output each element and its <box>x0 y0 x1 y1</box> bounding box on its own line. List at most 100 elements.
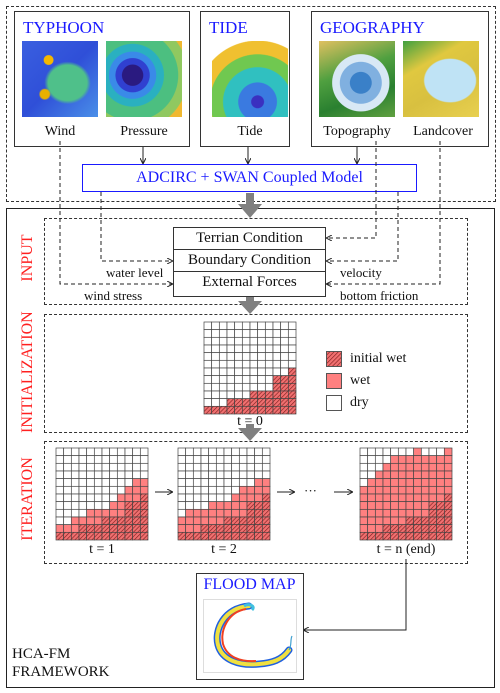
grid-cell-dry <box>436 447 445 457</box>
grid-cell-wet <box>124 485 134 495</box>
grid-cell-dry <box>109 493 118 503</box>
grid-cell-dry <box>280 321 289 331</box>
grid-cell-dry <box>234 382 243 392</box>
grid-cell-initial-wet <box>246 524 256 533</box>
grid-cell-initial-wet <box>86 531 95 541</box>
grid-cell-wet <box>390 485 399 495</box>
grid-cell-wet <box>443 455 453 464</box>
grid-cell-initial-wet <box>390 524 399 533</box>
grid-cell-initial-wet <box>272 398 282 407</box>
grid-cell-initial-wet <box>78 524 88 533</box>
grid-cell-initial-wet <box>238 531 248 541</box>
grid-cell-dry <box>86 485 95 495</box>
grid-cell-dry <box>223 470 233 480</box>
framework-label: HCA-FM FRAMEWORK <box>12 645 110 681</box>
grid-cell-dry <box>192 462 202 472</box>
grid-cell-dry <box>218 390 228 400</box>
grid-cell-dry <box>177 455 187 464</box>
grid-cell-dry <box>264 336 274 346</box>
grid-cell-dry <box>200 501 210 510</box>
grid-t1-label: t = 1 <box>89 542 115 557</box>
grid-cell-dry <box>257 382 266 392</box>
grid-cell-wet <box>192 508 202 518</box>
grid-cell-dry <box>257 321 266 331</box>
grid-cell-initial-wet <box>374 531 384 541</box>
grid-cell-dry <box>192 470 202 480</box>
grid-cell-initial-wet <box>382 524 392 533</box>
grid-cell-dry <box>177 508 187 518</box>
flood-map-shape <box>213 602 293 668</box>
grid-cell-dry <box>215 478 225 487</box>
grid-cell-dry <box>264 359 274 369</box>
grid-cell-initial-wet <box>101 531 111 541</box>
grid-cell-dry <box>208 447 217 457</box>
grid-cell-initial-wet <box>124 516 134 526</box>
grid-cell-wet <box>443 470 453 480</box>
grid-cell-dry <box>280 359 289 369</box>
grid-cell-wet <box>359 508 369 518</box>
grid-cell-dry <box>420 447 430 457</box>
grid-cell-initial-wet <box>109 516 118 526</box>
grid-cell-dry <box>241 367 251 377</box>
grid-cell-wet <box>397 501 407 510</box>
grid-cell-wet <box>254 485 263 495</box>
grid-cell-wet <box>413 462 422 472</box>
grid-cell-dry <box>405 447 415 457</box>
grid-cell-wet <box>413 493 422 503</box>
grid-cell-dry <box>261 455 271 464</box>
grid-cell-initial-wet <box>208 524 217 533</box>
grid-cell-dry <box>101 478 111 487</box>
grid-cell-dry <box>280 367 289 377</box>
grid-cell-initial-wet <box>249 390 259 400</box>
grid-cell-dry <box>226 382 236 392</box>
grid-cell-dry <box>211 359 220 369</box>
grid-cell-initial-wet <box>257 405 266 415</box>
grid-cell-initial-wet <box>261 516 271 526</box>
grid-cell-dry <box>374 462 384 472</box>
grid-cell-wet <box>367 501 376 510</box>
grid-cell-wet <box>231 493 240 503</box>
grid-cell-initial-wet <box>132 501 141 510</box>
grid-cell-dry <box>249 329 259 338</box>
grid-cell-dry <box>215 462 225 472</box>
legend-initial-wet-label: initial wet <box>350 351 407 366</box>
grid-cell-dry <box>249 375 259 384</box>
legend-dry: dry <box>326 392 406 414</box>
grid-cell-dry <box>287 321 297 331</box>
grid-cell-wet <box>420 485 430 495</box>
grid-cell-wet <box>238 508 248 518</box>
grid-cell-initial-wet <box>413 531 422 541</box>
grid-cell-dry <box>226 344 236 354</box>
grid-cell-wet <box>405 455 415 464</box>
grid-cell-dry <box>185 447 194 457</box>
grid-cell-dry <box>218 375 228 384</box>
grid-cell-dry <box>280 344 289 354</box>
framework-line1: HCA-FM <box>12 646 71 662</box>
grid-cell-initial-wet <box>132 508 141 518</box>
grid-cell-dry <box>63 455 72 464</box>
grid-cell-dry <box>93 478 103 487</box>
legend-initial-wet: initial wet <box>326 348 406 370</box>
grid-cell-dry <box>101 470 111 480</box>
grid-cell-wet <box>93 508 103 518</box>
grid-cell-initial-wet <box>443 501 453 510</box>
grid-cell-wet <box>177 516 187 526</box>
grid-cell-wet <box>231 501 240 510</box>
grid-cell-wet <box>436 470 445 480</box>
grid-cell-wet <box>413 485 422 495</box>
grid-cell-wet <box>374 485 384 495</box>
grid-cell-dry <box>63 485 72 495</box>
grid-cell-initial-wet <box>132 531 141 541</box>
grid-cell-dry <box>428 447 438 457</box>
grid-cell-dry <box>177 501 187 510</box>
grid-cell-dry <box>272 367 282 377</box>
grid-cell-initial-wet <box>249 398 259 407</box>
grid-cell-dry <box>93 462 103 472</box>
grid-cell-wet <box>70 524 80 533</box>
grid-cell-dry <box>238 455 248 464</box>
grid-cell-wet <box>390 455 399 464</box>
grid-cell-initial-wet <box>287 367 297 377</box>
grid-cell-wet <box>185 508 194 518</box>
grid-cell-initial-wet <box>101 516 111 526</box>
framework-line2: FRAMEWORK <box>12 664 110 680</box>
